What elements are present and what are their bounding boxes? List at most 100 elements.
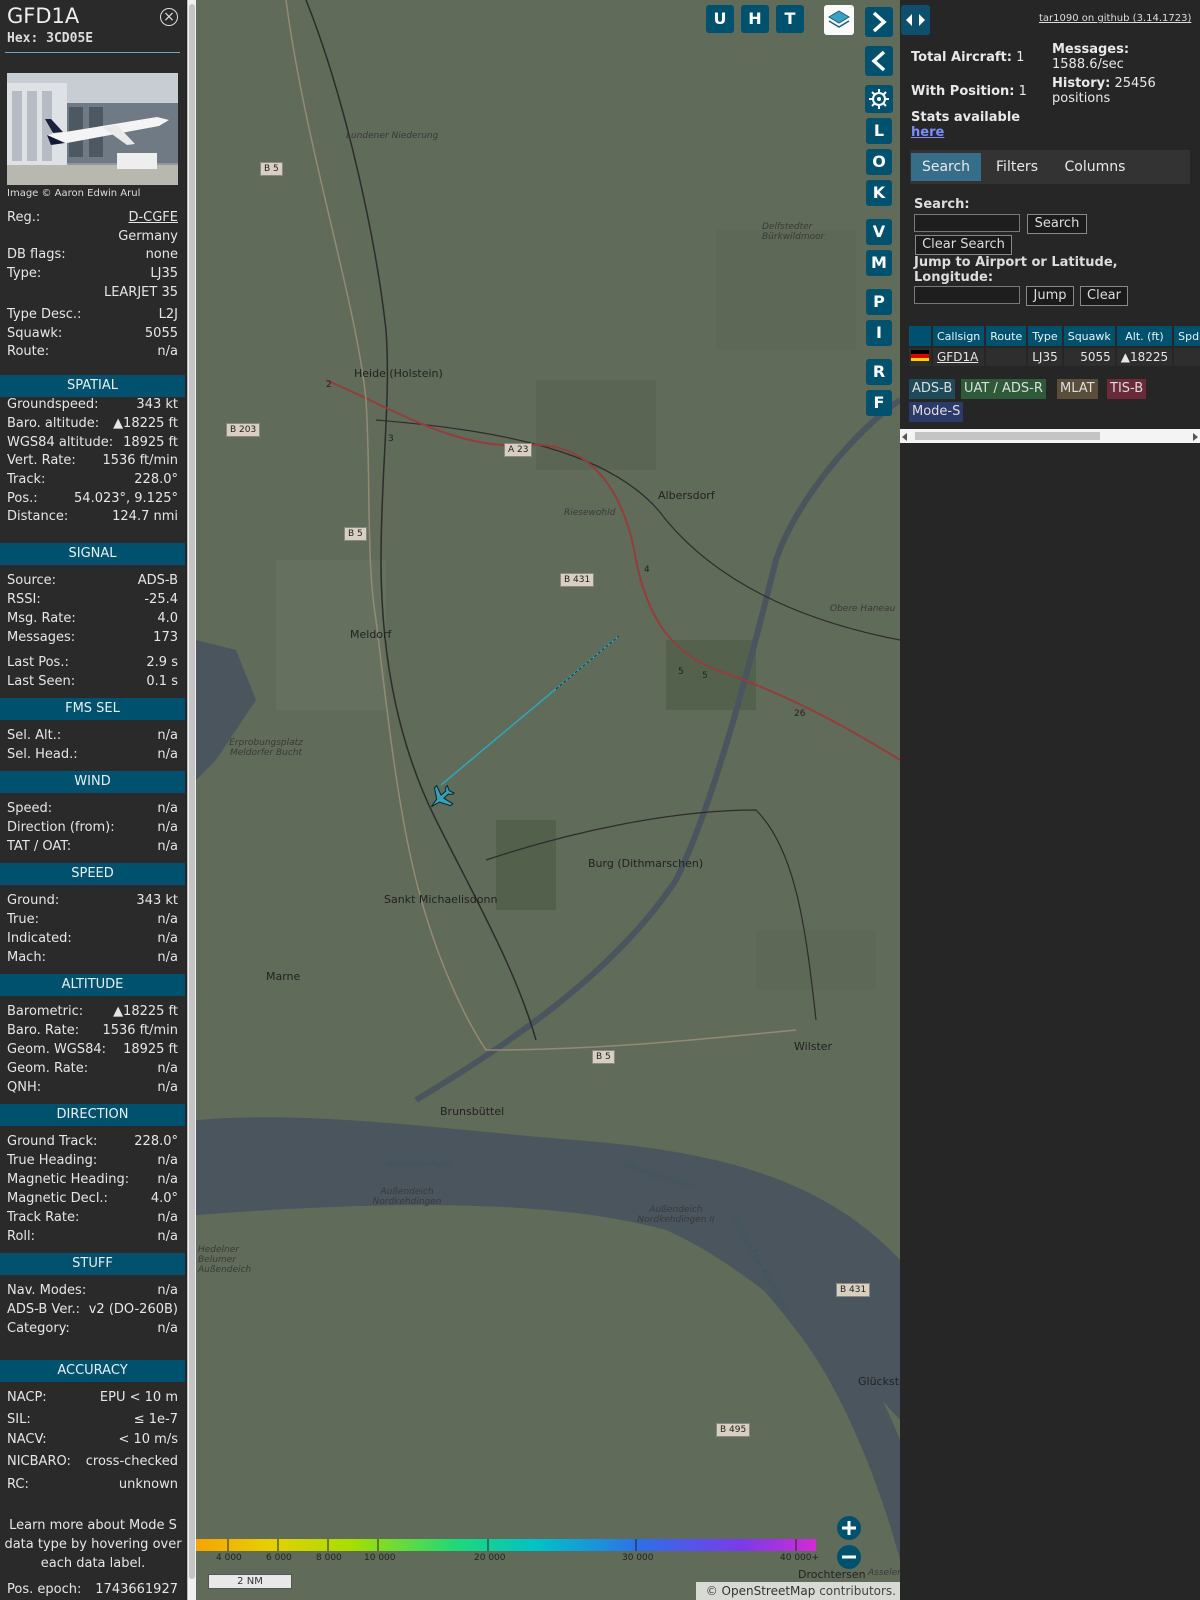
aircraft-photo[interactable] <box>7 73 178 185</box>
table-horizontal-scrollbar[interactable] <box>900 429 1200 443</box>
info-label: Baro. Rate: <box>7 1023 80 1038</box>
button-l[interactable]: L <box>866 118 892 144</box>
typedesc-label: Type Desc.: <box>7 307 82 322</box>
layers-icon[interactable] <box>824 5 854 35</box>
tab-search[interactable]: Search <box>911 153 981 181</box>
info-row: Indicated: n/a <box>7 931 178 949</box>
road-label: B 495 <box>716 1423 751 1437</box>
aircraft-callsign: GFD1A <box>7 4 80 28</box>
info-label: True: <box>7 912 39 927</box>
zoom-in-button[interactable] <box>837 1516 861 1540</box>
squawk-label: Squawk: <box>7 326 63 341</box>
pos-epoch-value: 1743661927 <box>95 1582 178 1597</box>
info-value: n/a <box>157 728 178 743</box>
info-row: QNH: n/a <box>7 1080 178 1098</box>
place-label: Drochtersen <box>798 1568 866 1581</box>
info-label: Track Rate: <box>7 1210 80 1225</box>
image-credit: Image © Aaron Edwin Arul <box>7 188 141 199</box>
collapse-left-button[interactable] <box>865 46 893 76</box>
button-k[interactable]: K <box>866 180 892 206</box>
altitude-scale-label: 40 000+ <box>780 1553 820 1563</box>
clear-button[interactable]: Clear <box>1080 286 1128 306</box>
info-value: -25.4 <box>144 592 178 607</box>
column-header[interactable]: Spd <box>1174 326 1200 346</box>
clear-search-button[interactable]: Clear Search <box>915 235 1012 255</box>
type-name-value: LEARJET 35 <box>103 285 178 300</box>
info-value: v2 (DO-260B) <box>88 1302 178 1317</box>
info-label: Sel. Alt.: <box>7 728 62 743</box>
search-button[interactable]: Search <box>1027 214 1087 234</box>
reg-link[interactable]: D-CGFE <box>128 210 178 225</box>
place-label: Heide (Holstein) <box>354 367 443 380</box>
button-u[interactable]: U <box>706 5 734 33</box>
info-label: NACP: <box>7 1390 47 1405</box>
header-divider <box>5 52 180 53</box>
info-value: n/a <box>157 1210 178 1225</box>
button-f[interactable]: F <box>866 390 892 416</box>
area-label: Erprobungsplatz Meldorfer Bucht <box>229 738 303 758</box>
column-header[interactable]: Route <box>986 326 1027 346</box>
road-label: B 5 <box>260 162 283 176</box>
button-t[interactable]: T <box>776 5 804 33</box>
settings-button[interactable] <box>865 85 893 113</box>
pos-epoch-label: Pos. epoch: <box>7 1582 82 1597</box>
place-label: Wilster <box>794 1040 833 1053</box>
column-header[interactable]: Callsign <box>933 326 985 346</box>
exit-number: 5 <box>702 671 708 681</box>
expand-right-button[interactable] <box>865 7 893 37</box>
column-header[interactable]: Type <box>1028 326 1062 346</box>
info-row: True: n/a <box>7 912 178 930</box>
tab-columns[interactable]: Columns <box>1054 153 1136 181</box>
jump-input[interactable] <box>914 286 1020 304</box>
github-link[interactable]: tar1090 on github (3.14.1723) <box>1039 13 1191 24</box>
jump-button[interactable]: Jump <box>1026 286 1074 306</box>
exit-number: 26 <box>794 709 806 719</box>
section-accuracy: ACCURACY <box>0 1360 185 1382</box>
table-row[interactable]: GFD1A LJ35 5055 ▲18225 <box>909 348 1200 366</box>
info-label: Nav. Modes: <box>7 1283 87 1298</box>
toggle-sidebar-button[interactable] <box>901 5 930 35</box>
map-attribution: © OpenStreetMap contributors. <box>696 1582 900 1600</box>
messages-stat: Messages: <box>1052 42 1129 57</box>
button-i[interactable]: I <box>866 320 892 346</box>
osm-link[interactable]: OpenStreetMap <box>722 1584 816 1598</box>
button-r[interactable]: R <box>866 359 892 385</box>
total-value: 1 <box>1016 50 1025 65</box>
info-value: ADS-B <box>137 573 178 588</box>
map-view[interactable]: Heide (Holstein) Albersdorf Meldorf Burg… <box>196 0 900 1600</box>
info-row: True Heading: n/a <box>7 1153 178 1171</box>
section-direction: DIRECTION <box>0 1104 185 1126</box>
button-p[interactable]: P <box>866 289 892 315</box>
info-row: Magnetic Heading: n/a <box>7 1172 178 1190</box>
typedesc-row: Type Desc.: L2J <box>7 307 178 325</box>
info-row: Vert. Rate: 1536 ft/min <box>7 453 178 471</box>
scrollbar-thumb[interactable] <box>915 432 1100 440</box>
info-value: n/a <box>157 747 178 762</box>
area-label: Hedelner Belumer Außendeich <box>198 1245 252 1275</box>
button-v[interactable]: V <box>866 219 892 245</box>
callsign-cell[interactable]: GFD1A <box>933 348 985 366</box>
zoom-out-button[interactable] <box>837 1545 861 1569</box>
search-input[interactable] <box>914 214 1020 232</box>
learn-more-text: Learn more about Mode S data type by hov… <box>4 1518 182 1571</box>
type-row: Type: LJ35 <box>7 266 178 284</box>
dbflags-label: DB flags: <box>7 247 66 262</box>
close-icon[interactable]: × <box>160 8 178 26</box>
info-row: Source: ADS-B <box>7 573 178 591</box>
button-o[interactable]: O <box>866 149 892 175</box>
button-h[interactable]: H <box>741 5 769 33</box>
total-label: Total Aircraft: <box>911 50 1012 65</box>
info-value: n/a <box>157 1061 178 1076</box>
scrollbar-thumb[interactable] <box>189 4 195 1579</box>
column-header[interactable]: Alt. (ft) <box>1116 326 1173 346</box>
column-header[interactable]: Squawk <box>1063 326 1115 346</box>
stats-link[interactable]: here <box>911 125 944 140</box>
info-row: Msg. Rate: 4.0 <box>7 611 178 629</box>
stats-link-row: here <box>911 125 944 140</box>
section-fms: FMS SEL <box>0 698 185 720</box>
info-value: 228.0° <box>134 1134 178 1149</box>
button-m[interactable]: M <box>866 250 892 276</box>
info-value: 173 <box>153 630 178 645</box>
tab-filters[interactable]: Filters <box>984 153 1050 181</box>
info-value: 2.9 s <box>146 655 178 670</box>
